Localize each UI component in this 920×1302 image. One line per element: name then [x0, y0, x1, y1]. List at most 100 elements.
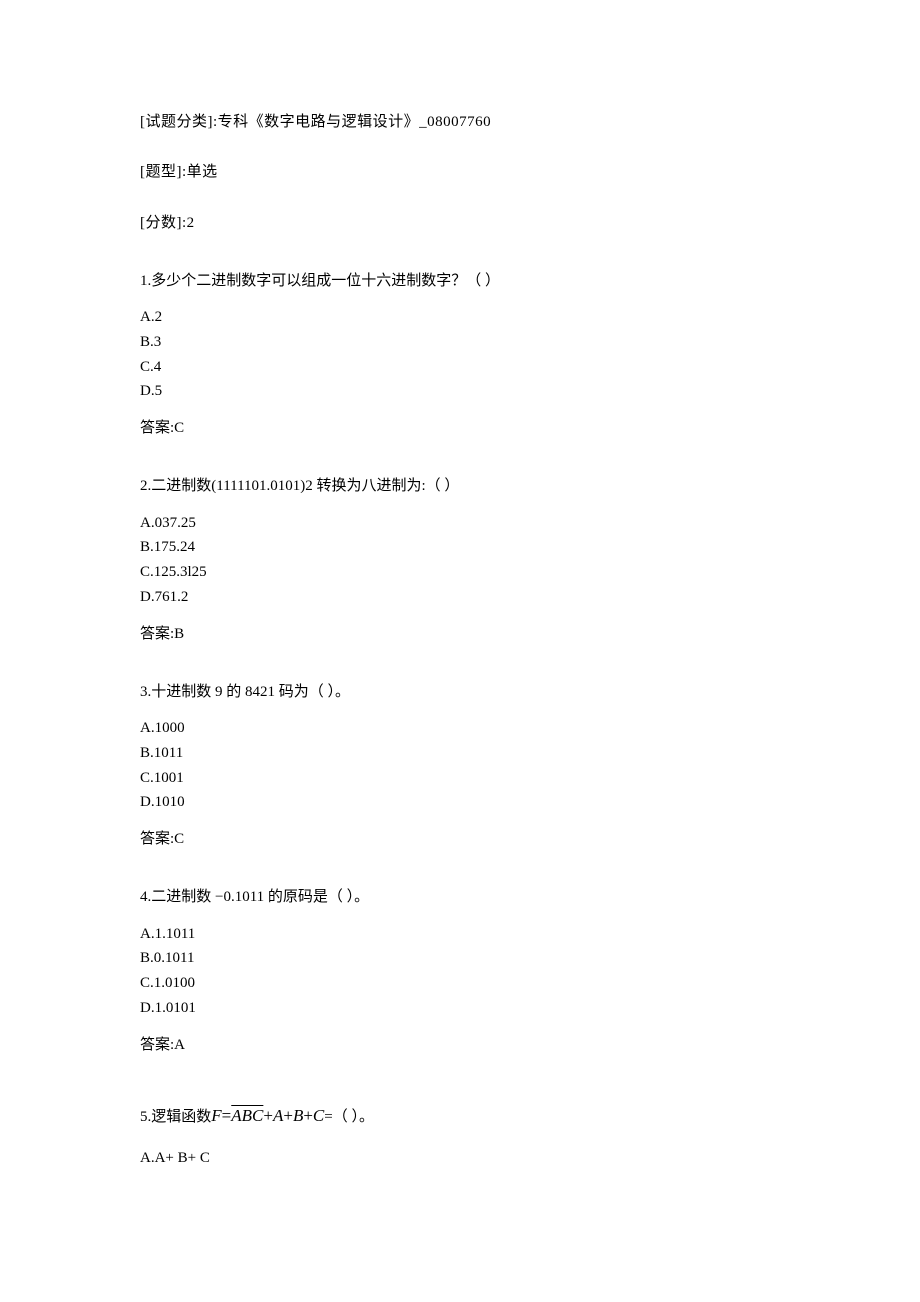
option-b: B.0.1011 — [140, 946, 780, 971]
meta-type: [题型]:单选 — [140, 162, 780, 182]
meta-score: [分数]:2 — [140, 213, 780, 233]
meta-category-value: 专科《数字电路与逻辑设计》_08007760 — [218, 114, 492, 130]
option-label: A. — [140, 720, 155, 736]
option-a: A.A+ B+ C — [140, 1146, 780, 1171]
question-number: 3. — [140, 684, 151, 700]
option-d: D.761.2 — [140, 585, 780, 610]
option-label: D. — [140, 589, 155, 605]
question-number: 2. — [140, 478, 151, 494]
option-label: C. — [140, 564, 154, 580]
question-5: 5.逻辑函数 F = ABC + A + B + C =（ ）。 A.A+ B+… — [140, 1105, 780, 1171]
option-value: 5 — [155, 383, 163, 399]
question-number: 5. — [140, 1107, 151, 1127]
answer-label: 答案: — [140, 1037, 174, 1053]
question-text: 3.十进制数 9 的 8421 码为（ ）。 — [140, 682, 780, 702]
option-a: A.037.25 — [140, 511, 780, 536]
option-c: C.125.3l25 — [140, 560, 780, 585]
option-label: C. — [140, 975, 154, 991]
question-text: 4.二进制数 −0.1011 的原码是（ ）。 — [140, 887, 780, 907]
option-label: D. — [140, 383, 155, 399]
answer-label: 答案: — [140, 420, 174, 436]
question-options: A.037.25 B.175.24 C.125.3l25 D.761.2 — [140, 511, 780, 610]
option-value: 125.3l25 — [154, 564, 207, 580]
question-text: 2.二进制数(1111101.0101)2 转换为八进制为:（ ） — [140, 476, 780, 496]
formula-f: F — [211, 1105, 221, 1128]
option-a: A.2 — [140, 305, 780, 330]
option-value: 1010 — [155, 794, 185, 810]
formula-plus: + — [283, 1105, 293, 1128]
question-1: 1.多少个二进制数字可以组成一位十六进制数字？（ ） A.2 B.3 C.4 D… — [140, 271, 780, 439]
option-value: 0.1011 — [154, 950, 195, 966]
option-label: C. — [140, 359, 154, 375]
question-body: 二进制数 −0.1011 的原码是（ ）。 — [151, 889, 369, 905]
option-value: 1001 — [154, 770, 184, 786]
option-value: 761.2 — [155, 589, 189, 605]
option-d: D.1.0101 — [140, 996, 780, 1021]
question-number: 1. — [140, 273, 151, 289]
option-c: C.1001 — [140, 766, 780, 791]
option-value: 4 — [154, 359, 162, 375]
formula-abc-overline: ABC — [231, 1105, 263, 1128]
meta-score-label: [分数]: — [140, 215, 187, 231]
answer-value: B — [174, 626, 184, 642]
formula-plus: + — [263, 1105, 273, 1128]
question-options: A.1000 B.1011 C.1001 D.1010 — [140, 716, 780, 815]
question-3: 3.十进制数 9 的 8421 码为（ ）。 A.1000 B.1011 C.1… — [140, 682, 780, 850]
option-label: D. — [140, 1000, 155, 1016]
option-label: B. — [140, 745, 154, 761]
meta-score-value: 2 — [187, 215, 195, 231]
option-c: C.4 — [140, 355, 780, 380]
option-value: 1.0101 — [155, 1000, 196, 1016]
option-a: A.1.1011 — [140, 922, 780, 947]
option-label: A. — [140, 309, 155, 325]
question-options: A.1.1011 B.0.1011 C.1.0100 D.1.0101 — [140, 922, 780, 1021]
option-value: 175.24 — [154, 539, 195, 555]
meta-type-value: 单选 — [187, 164, 218, 180]
question-body: 二进制数(1111101.0101)2 转换为八进制为:（ ） — [151, 478, 459, 494]
question-body: 多少个二进制数字可以组成一位十六进制数字？（ ） — [151, 273, 500, 289]
question-answer: 答案:B — [140, 624, 780, 644]
question-text: 1.多少个二进制数字可以组成一位十六进制数字？（ ） — [140, 271, 780, 291]
answer-value: A — [174, 1037, 185, 1053]
formula-b: B — [293, 1105, 303, 1128]
question-answer: 答案:C — [140, 418, 780, 438]
option-value: 037.25 — [155, 515, 196, 531]
formula-eq: = — [222, 1105, 232, 1128]
formula-a: A — [273, 1105, 283, 1128]
option-value: 3 — [154, 334, 162, 350]
option-d: D.1010 — [140, 790, 780, 815]
question-2: 2.二进制数(1111101.0101)2 转换为八进制为:（ ） A.037.… — [140, 476, 780, 644]
option-label: C. — [140, 770, 154, 786]
answer-label: 答案: — [140, 626, 174, 642]
option-c: C.1.0100 — [140, 971, 780, 996]
question-prefix: 逻辑函数 — [151, 1107, 211, 1127]
question-answer: 答案:A — [140, 1035, 780, 1055]
option-a: A.1000 — [140, 716, 780, 741]
answer-value: C — [174, 831, 184, 847]
option-b: B.1011 — [140, 741, 780, 766]
question-number: 4. — [140, 889, 151, 905]
option-value: A+ B+ C — [155, 1150, 210, 1166]
option-value: 1011 — [154, 745, 183, 761]
option-value: 2 — [155, 309, 163, 325]
meta-category-label: [试题分类]: — [140, 114, 218, 130]
question-options: A.2 B.3 C.4 D.5 — [140, 305, 780, 404]
question-body: 十进制数 9 的 8421 码为（ ）。 — [151, 684, 350, 700]
formula-plus: + — [303, 1105, 313, 1128]
option-label: B. — [140, 539, 154, 555]
option-b: B.175.24 — [140, 535, 780, 560]
question-text: 5.逻辑函数 F = ABC + A + B + C =（ ）。 — [140, 1105, 780, 1128]
option-value: 1.0100 — [154, 975, 195, 991]
option-label: A. — [140, 1150, 155, 1166]
option-value: 1000 — [155, 720, 185, 736]
option-label: A. — [140, 515, 155, 531]
option-label: D. — [140, 794, 155, 810]
formula-c: C — [313, 1105, 324, 1128]
option-b: B.3 — [140, 330, 780, 355]
answer-value: C — [174, 420, 184, 436]
question-4: 4.二进制数 −0.1011 的原码是（ ）。 A.1.1011 B.0.101… — [140, 887, 780, 1055]
option-d: D.5 — [140, 379, 780, 404]
option-label: B. — [140, 334, 154, 350]
meta-type-label: [题型]: — [140, 164, 187, 180]
option-label: B. — [140, 950, 154, 966]
